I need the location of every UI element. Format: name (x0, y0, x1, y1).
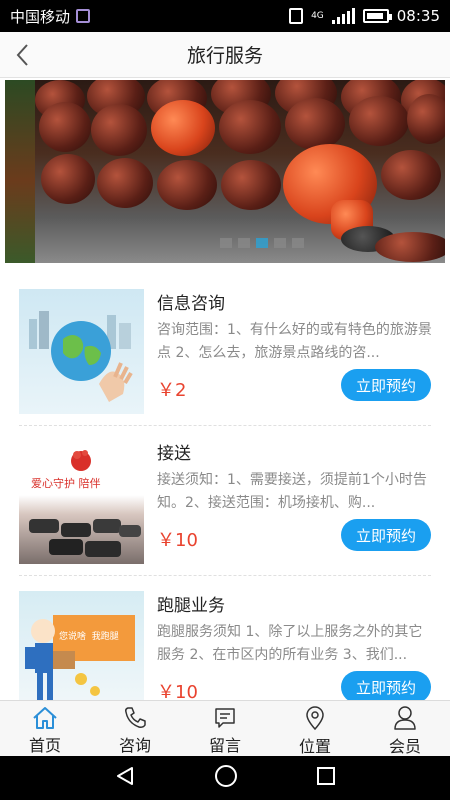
service-description: 咨询范围：1、有什么好的或有特色的旅游景点 2、怎么去，旅游景点路线的咨... (157, 322, 432, 361)
service-thumbnail (19, 289, 144, 414)
tab-label: 留言 (208, 736, 241, 755)
banner-carousel[interactable] (5, 80, 445, 263)
book-now-button[interactable]: 立即预约 (341, 671, 431, 700)
page-title: 旅行服务 (186, 45, 263, 67)
tab-message[interactable]: 留言 (180, 701, 270, 756)
banner-prev-slide (5, 80, 35, 263)
carousel-dot[interactable] (292, 238, 304, 248)
tab-label: 会员 (388, 737, 421, 756)
signal-icon (331, 8, 355, 24)
status-time: 08:35 (396, 7, 440, 25)
service-name: 信息咨询 (157, 294, 225, 314)
tab-label: 咨询 (118, 736, 151, 755)
thumbnail-text: 您说啥 我跑腿 (59, 632, 119, 642)
vibrate-icon (289, 8, 304, 24)
carousel-indicators (220, 238, 304, 248)
carousel-dot[interactable] (238, 238, 250, 248)
service-description: 跑腿服务须知 1、除了以上服务之外的其它服务 2、在市区内的所有业务 3、我们.… (157, 624, 423, 663)
tab-location[interactable]: 位置 (270, 701, 360, 756)
list-item-errand[interactable]: 您说啥 我跑腿 跑腿业务 跑腿服务须知 1、除了以上服务之外的其它服务 2、在市… (0, 565, 450, 700)
location-pin-icon (301, 705, 329, 731)
status-bar: 中国移动 4G 08:35 (0, 0, 450, 32)
book-now-button[interactable]: 立即预约 (341, 519, 431, 551)
book-now-button[interactable]: 立即预约 (341, 369, 431, 401)
carousel-dot[interactable] (274, 238, 286, 248)
phone-icon (121, 705, 149, 730)
user-icon (391, 705, 419, 731)
banner-image (35, 80, 445, 263)
service-price: ￥2 (157, 380, 187, 401)
tab-consult[interactable]: 咨询 (90, 701, 180, 756)
app-header: 旅行服务 (0, 32, 450, 78)
carrier-name: 中国移动 (10, 7, 71, 26)
network-type: 4G (311, 10, 324, 21)
service-price: ￥10 (157, 682, 198, 700)
notification-icon (76, 9, 91, 23)
list-item-pickup[interactable]: 爱心守护 陪伴 接送 接送须知：1、需要接送，须提前1个小时告知。2、接送范围：… (0, 413, 450, 576)
back-triangle-icon[interactable] (114, 765, 136, 791)
service-thumbnail: 爱心守护 陪伴 (19, 439, 144, 564)
service-name: 接送 (157, 444, 191, 464)
home-circle-icon[interactable] (214, 764, 238, 792)
service-price: ￥10 (157, 530, 198, 551)
service-name: 跑腿业务 (157, 596, 225, 616)
service-list[interactable]: 信息咨询 咨询范围：1、有什么好的或有特色的旅游景点 2、怎么去，旅游景点路线的… (0, 263, 450, 700)
status-icons: 4G 08:35 (289, 7, 440, 25)
tab-home[interactable]: 首页 (0, 701, 90, 756)
list-item-info-consult[interactable]: 信息咨询 咨询范围：1、有什么好的或有特色的旅游景点 2、怎么去，旅游景点路线的… (0, 263, 450, 426)
tab-label: 首页 (28, 736, 61, 755)
home-icon (31, 705, 59, 730)
tab-member[interactable]: 会员 (360, 701, 450, 756)
thumbnail-text: 爱心守护 陪伴 (31, 477, 101, 490)
system-nav-bar (0, 756, 450, 800)
recents-square-icon[interactable] (316, 766, 336, 790)
message-icon (211, 705, 239, 730)
service-description: 接送须知：1、需要接送，须提前1个小时告知。2、接送范围：机场接机、购... (157, 472, 427, 511)
battery-icon (362, 9, 392, 23)
bottom-tab-bar: 首页 咨询 留言 位置 会员 (0, 700, 450, 756)
chevron-left-icon[interactable] (8, 41, 36, 69)
carousel-dot[interactable] (220, 238, 232, 248)
tab-label: 位置 (298, 737, 331, 756)
service-thumbnail: 您说啥 我跑腿 (19, 591, 144, 700)
carousel-dot-active[interactable] (256, 238, 268, 248)
